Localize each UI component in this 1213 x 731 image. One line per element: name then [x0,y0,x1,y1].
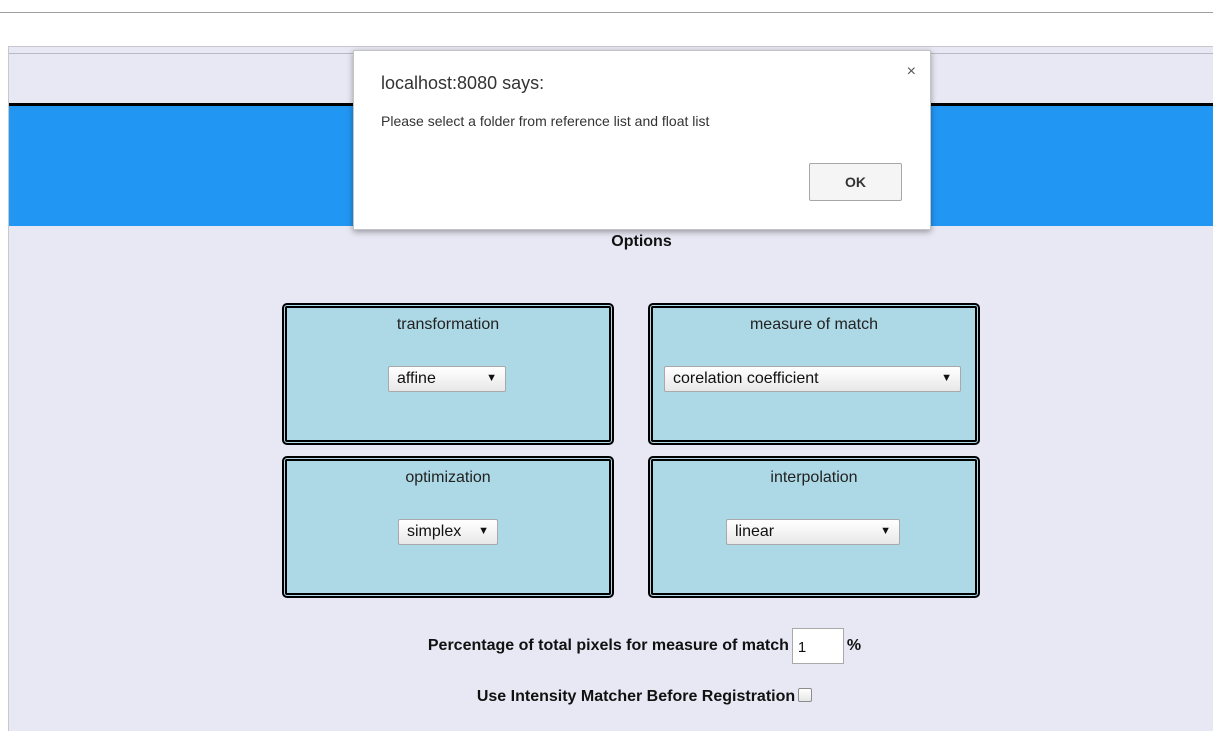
options-title: Options [611,233,672,250]
intensity-row: Use Intensity Matcher Before Registratio… [9,688,1213,706]
chevron-down-icon: ▼ [478,525,489,537]
ok-button[interactable]: OK [809,163,902,201]
pixels-percentage-input[interactable]: 1 [791,628,844,664]
intensity-checkbox[interactable] [798,688,813,702]
dialog-title: localhost:8080 says: [381,73,545,93]
optimization-card: optimization simplex ▼ [282,456,614,598]
close-icon[interactable]: × [907,63,916,81]
intensity-label: Use Intensity Matcher Before Registratio… [476,688,796,705]
measure-of-match-label: measure of match [749,316,879,333]
interpolation-label: interpolation [770,469,858,486]
browser-divider [0,12,1213,13]
dialog-message: Please select a folder from reference li… [381,113,710,129]
interpolation-value: linear [735,523,775,540]
transformation-label: transformation [396,316,500,333]
alert-dialog: localhost:8080 says: × Please select a f… [353,50,931,230]
measure-of-match-value: corelation coefficient [673,370,819,387]
optimization-select[interactable]: simplex ▼ [398,519,498,545]
chevron-down-icon: ▼ [880,525,891,537]
optimization-label: optimization [405,469,491,486]
chevron-down-icon: ▼ [486,372,497,384]
transformation-value: affine [397,370,436,387]
measure-of-match-select[interactable]: corelation coefficient ▼ [664,366,961,392]
pixels-unit: % [846,637,862,655]
measure-of-match-card: measure of match corelation coefficient … [648,303,980,445]
transformation-select[interactable]: affine ▼ [388,366,506,392]
interpolation-card: interpolation linear ▼ [648,456,980,598]
chevron-down-icon: ▼ [941,372,952,384]
optimization-value: simplex [407,523,462,540]
pixels-row: Percentage of total pixels for measure o… [9,628,1213,664]
transformation-card: transformation affine ▼ [282,303,614,445]
pixels-label: Percentage of total pixels for measure o… [427,637,789,655]
interpolation-select[interactable]: linear ▼ [726,519,900,545]
